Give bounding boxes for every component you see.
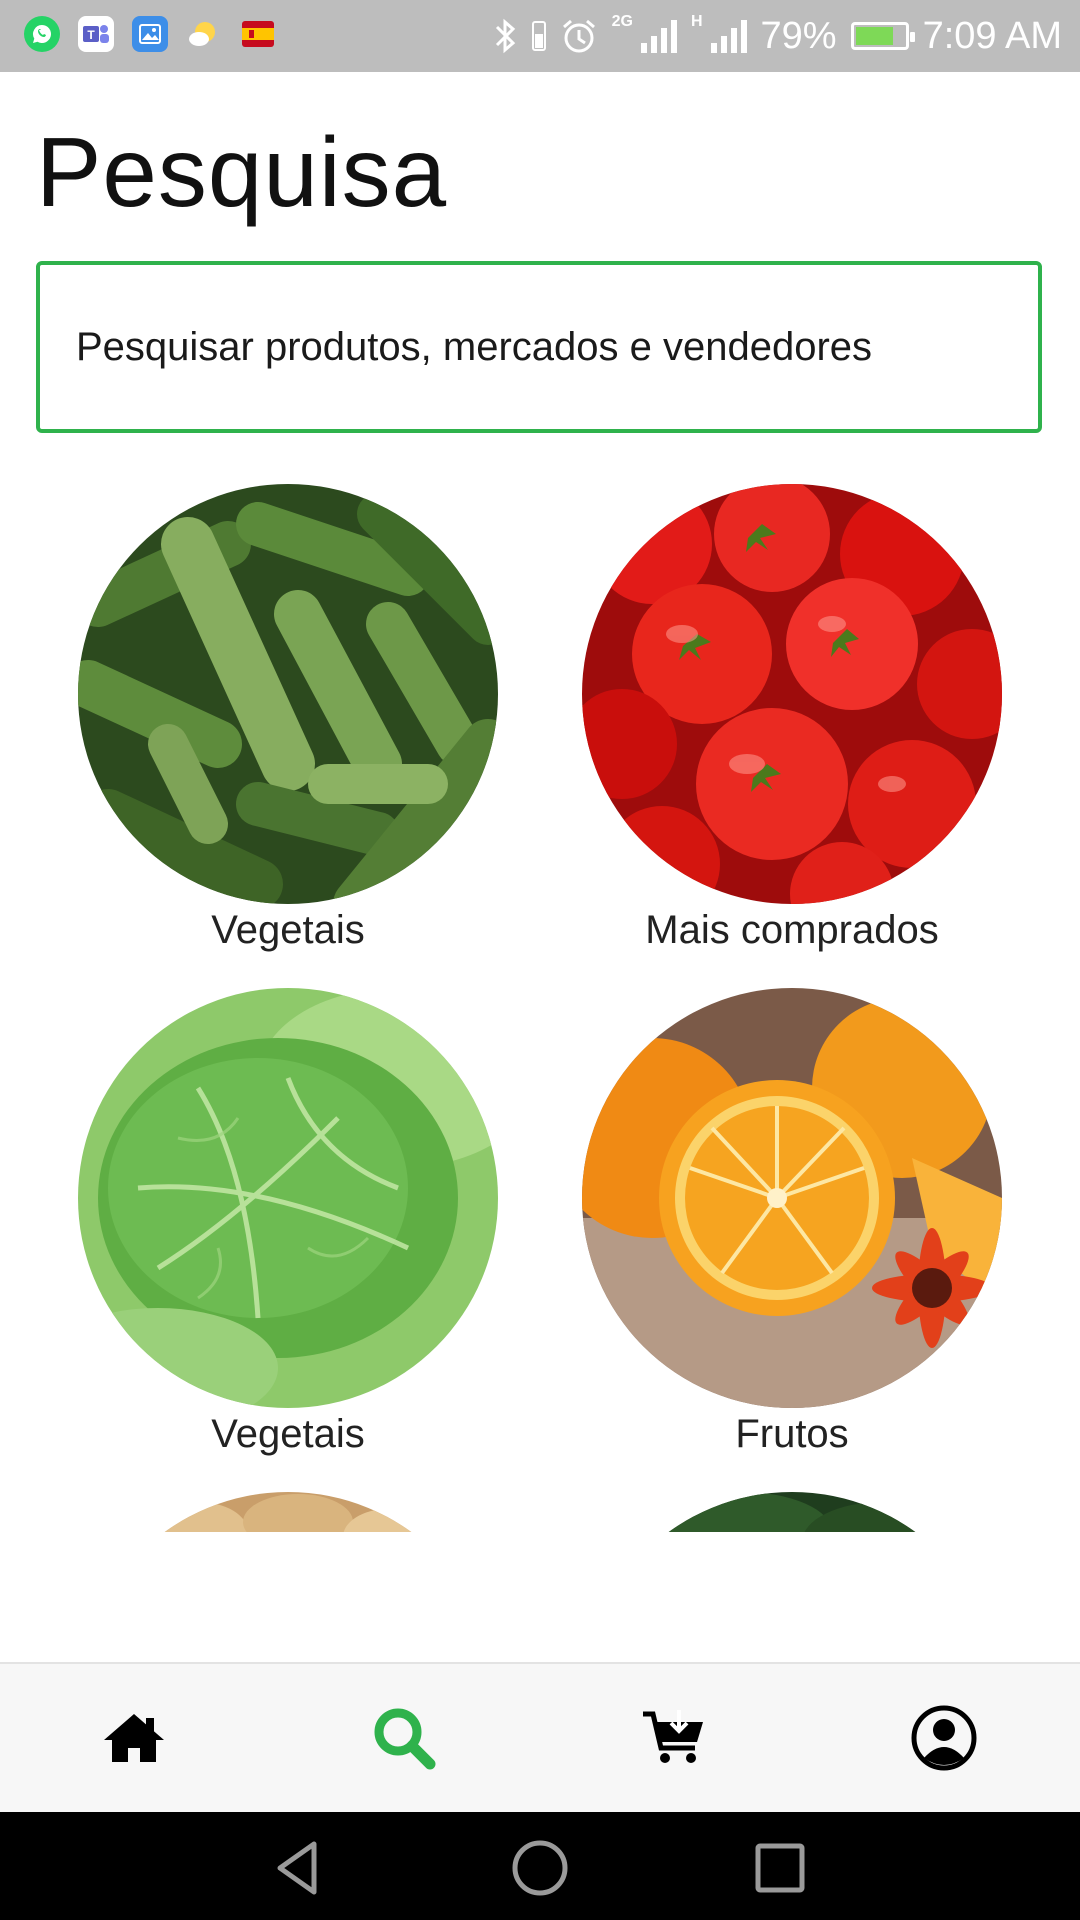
circle-home-icon <box>512 1840 568 1896</box>
page-title: Pesquisa <box>36 117 448 227</box>
whatsapp-icon <box>24 16 60 52</box>
signal-icon <box>640 19 677 53</box>
signal-icon-2 <box>710 19 747 53</box>
nav-home[interactable] <box>94 1698 174 1778</box>
category-card-vegetais[interactable]: Vegetais <box>78 484 498 952</box>
vibrate-battery-icon <box>531 20 546 52</box>
oranges-image <box>582 988 1002 1408</box>
gallery-icon <box>132 16 168 52</box>
clock: 7:09 AM <box>922 14 1062 57</box>
cabbage-image <box>78 988 498 1408</box>
home-icon <box>104 1714 164 1762</box>
greens-image <box>582 1492 1002 1532</box>
network-type-2: H <box>690 13 703 30</box>
system-status: 2G H 79% 7:09 AM <box>492 10 1062 62</box>
category-label: Frutos <box>735 1412 849 1456</box>
back-icon <box>277 1841 317 1895</box>
category-card-frutos[interactable]: Frutos <box>582 988 1002 1456</box>
search-icon <box>374 1708 436 1770</box>
tomatoes-image <box>582 484 1002 904</box>
cart-icon <box>643 1710 703 1763</box>
category-card-mais-comprados[interactable]: Mais comprados <box>582 484 1002 952</box>
spain-flag-icon <box>240 16 276 52</box>
bluetooth-icon <box>492 16 518 56</box>
nav-cart[interactable] <box>634 1698 714 1778</box>
category-label: Mais comprados <box>645 908 939 952</box>
teams-icon: T <box>78 16 114 52</box>
alarm-icon <box>560 17 598 55</box>
network-type-1: 2G <box>611 13 633 30</box>
recents-button[interactable] <box>750 1838 810 1898</box>
category-card-vegetais-2[interactable]: Vegetais <box>78 988 498 1456</box>
potatoes-image <box>78 1492 498 1532</box>
category-card-greens[interactable] <box>582 1492 1002 1532</box>
back-button[interactable] <box>270 1838 330 1898</box>
nav-search[interactable] <box>364 1698 444 1778</box>
category-label: Vegetais <box>211 1412 365 1456</box>
category-card-potatoes[interactable] <box>78 1492 498 1532</box>
notification-icons: T <box>24 16 276 52</box>
battery-icon <box>850 22 915 50</box>
bottom-nav <box>0 1662 1080 1814</box>
battery-percent: 79% <box>760 14 837 57</box>
search-input[interactable] <box>74 323 1018 371</box>
status-bar: T 2G H 79% 7:09 AM <box>0 0 1080 72</box>
category-label: Vegetais <box>211 908 365 952</box>
cucumbers-image <box>78 484 498 904</box>
profile-icon <box>911 1705 977 1771</box>
svg-text:T: T <box>87 28 95 42</box>
search-box[interactable] <box>36 261 1042 433</box>
weather-icon <box>186 16 222 52</box>
category-grid[interactable]: Vegetais Mais comprados Vegetais Frutos <box>0 480 1080 1532</box>
system-nav-bar <box>0 1812 1080 1920</box>
nav-profile[interactable] <box>904 1698 984 1778</box>
home-system-button[interactable] <box>510 1838 570 1898</box>
recents-icon <box>755 1843 805 1893</box>
